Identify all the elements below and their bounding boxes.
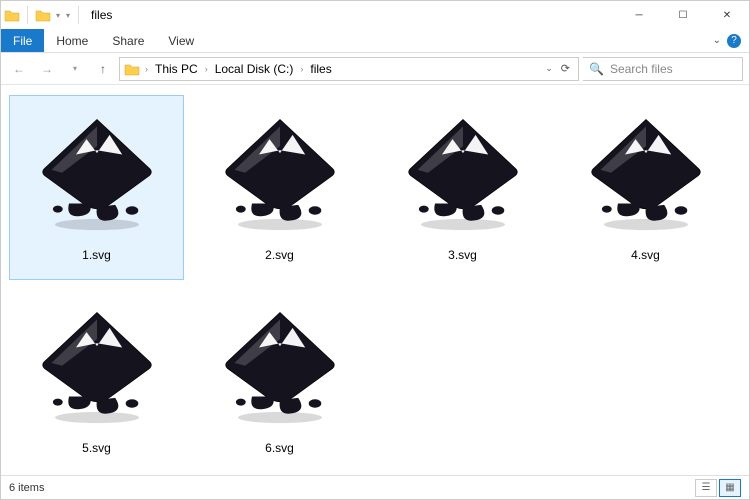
address-dropdown-icon[interactable]: ⌄ xyxy=(545,63,553,74)
qat-properties-icon[interactable] xyxy=(34,6,52,24)
breadcrumb[interactable]: Local Disk (C:) xyxy=(213,62,296,76)
file-item[interactable]: 5.svg xyxy=(9,288,184,473)
nav-back-button[interactable]: ← xyxy=(7,57,31,81)
nav-up-button[interactable]: ↑ xyxy=(91,57,115,81)
status-item-count: 6 items xyxy=(9,482,44,494)
address-folder-icon xyxy=(124,61,140,77)
maximize-button[interactable]: ☐ xyxy=(661,1,705,29)
file-item[interactable]: 4.svg xyxy=(558,95,733,280)
file-thumbnail xyxy=(205,102,355,242)
titlebar: ▾ ▾ files ─ ☐ ✕ xyxy=(1,1,749,29)
breadcrumb[interactable]: files xyxy=(308,62,333,76)
file-name-label: 6.svg xyxy=(265,441,294,455)
search-placeholder: Search files xyxy=(610,62,673,76)
tab-home[interactable]: Home xyxy=(44,29,100,52)
file-name-label: 2.svg xyxy=(265,248,294,262)
chevron-right-icon[interactable]: › xyxy=(202,64,211,74)
ribbon-collapse-icon[interactable]: ⌄ xyxy=(713,35,721,46)
view-details-button[interactable]: ☰ xyxy=(695,479,717,497)
file-thumbnail xyxy=(571,102,721,242)
window-title: files xyxy=(85,8,617,22)
file-thumbnail xyxy=(22,102,172,242)
tab-file[interactable]: File xyxy=(1,29,44,52)
minimize-button[interactable]: ─ xyxy=(617,1,661,29)
app-icon xyxy=(3,6,21,24)
file-name-label: 5.svg xyxy=(82,441,111,455)
close-button[interactable]: ✕ xyxy=(705,1,749,29)
file-thumbnail xyxy=(388,102,538,242)
file-item[interactable]: 1.svg xyxy=(9,95,184,280)
file-thumbnail xyxy=(205,295,355,435)
nav-recent-dropdown-icon[interactable]: ▾ xyxy=(63,57,87,81)
file-thumbnail xyxy=(22,295,172,435)
statusbar: 6 items ☰ ▦ xyxy=(1,475,749,499)
tab-view[interactable]: View xyxy=(156,29,206,52)
chevron-right-icon[interactable]: › xyxy=(142,64,151,74)
file-name-label: 4.svg xyxy=(631,248,660,262)
ribbon-tabs: File Home Share View ⌄ ? xyxy=(1,29,749,53)
address-bar[interactable]: › This PC › Local Disk (C:) › files ⌄ ⟳ xyxy=(119,57,579,81)
qat-overflow-icon[interactable]: ▾ xyxy=(64,11,72,20)
view-large-icons-button[interactable]: ▦ xyxy=(719,479,741,497)
search-icon: 🔍 xyxy=(589,62,604,76)
qat-dropdown-icon[interactable]: ▾ xyxy=(54,11,62,20)
search-input[interactable]: 🔍 Search files xyxy=(583,57,743,81)
file-name-label: 3.svg xyxy=(448,248,477,262)
refresh-icon[interactable]: ⟳ xyxy=(557,62,574,75)
breadcrumb[interactable]: This PC xyxy=(153,62,200,76)
file-item[interactable]: 6.svg xyxy=(192,288,367,473)
tab-share[interactable]: Share xyxy=(100,29,156,52)
navbar: ← → ▾ ↑ › This PC › Local Disk (C:) › fi… xyxy=(1,53,749,85)
file-name-label: 1.svg xyxy=(82,248,111,262)
nav-forward-button[interactable]: → xyxy=(35,57,59,81)
file-item[interactable]: 2.svg xyxy=(192,95,367,280)
file-pane[interactable]: 1.svg 2.svg 3.svg 4.svg 5.svg 6.svg xyxy=(1,85,749,475)
chevron-right-icon[interactable]: › xyxy=(297,64,306,74)
help-icon[interactable]: ? xyxy=(727,34,741,48)
file-item[interactable]: 3.svg xyxy=(375,95,550,280)
